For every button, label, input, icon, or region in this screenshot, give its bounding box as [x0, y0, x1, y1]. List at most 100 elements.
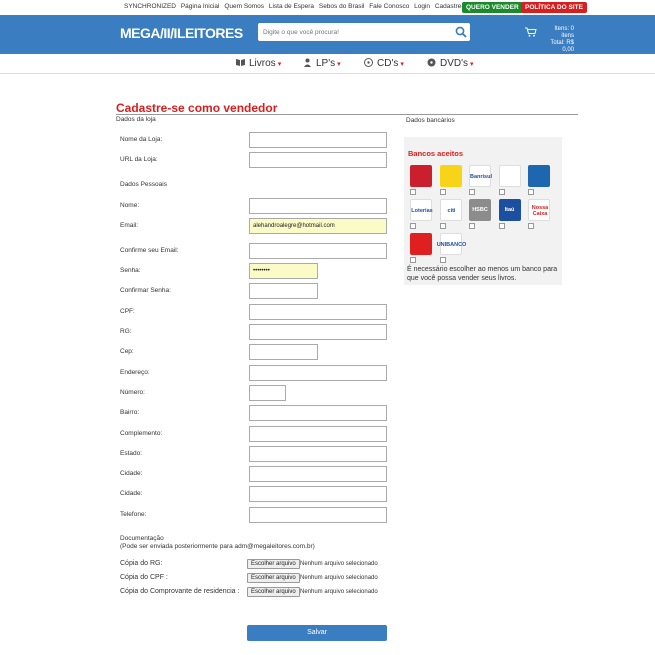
bank-checkbox[interactable] [528, 223, 534, 229]
policy-badge-button[interactable]: POLÍTICA DO SITE [521, 2, 587, 13]
bank-checkbox[interactable] [498, 189, 505, 195]
rg-field[interactable] [249, 324, 387, 340]
rg-copy-label: Cópia do RG: [120, 560, 163, 567]
name-field[interactable] [249, 198, 387, 214]
site-header: MEGA/II/ILEITORES Itens: 0 itens Total: … [0, 15, 655, 54]
district-label: Bairro: [120, 409, 140, 416]
cart-icon[interactable] [525, 27, 537, 37]
documentation-subtitle: (Pode ser enviada posteriormente para ad… [120, 543, 315, 550]
residence-choose-file-button[interactable]: Escolher arquivo [247, 587, 300, 597]
bank-logo: citi [439, 199, 462, 221]
site-logo[interactable]: MEGA/II/ILEITORES [120, 25, 243, 41]
bank-checkbox[interactable] [410, 257, 416, 263]
bank-logo-label: Banrisul [470, 174, 493, 180]
cart-items: Itens: 0 itens [554, 26, 574, 39]
cpf-choose-file-button[interactable]: Escolher arquivo [247, 573, 300, 583]
city-label: Cidade: [120, 470, 143, 477]
city2-label: Cidade: [120, 490, 143, 497]
store-name-label: Nome da Loja: [120, 136, 163, 143]
bank-checkbox[interactable] [439, 223, 446, 229]
menu-item-livros[interactable]: Livros ▾ [236, 58, 281, 69]
name-label: Nome: [120, 202, 140, 209]
top-bar: SYNCHRONIZED Página Inicial Quem Somos L… [0, 0, 655, 15]
bank-checkbox[interactable] [439, 257, 446, 263]
book-icon [236, 59, 245, 66]
bank-checkbox[interactable] [469, 223, 475, 229]
district-field[interactable] [249, 405, 387, 421]
banks-panel: Bancos aceitos Banrisul Loterias citi HSBC I… [404, 137, 562, 285]
rg-file-status: Nenhum arquivo selecionado [300, 561, 378, 567]
phone-field[interactable] [249, 507, 387, 523]
menu-label: CD's [377, 58, 399, 69]
personal-section-heading: Dados Pessoais [120, 181, 167, 188]
sell-badge-button[interactable]: QUERO VENDER [462, 2, 523, 13]
password-field[interactable]: •••••••• [249, 263, 318, 279]
bank-checkbox[interactable] [528, 189, 534, 195]
bank-logo [410, 233, 432, 255]
bank-logo: Banrisul [469, 165, 493, 187]
cpf-field[interactable] [249, 304, 387, 320]
banks-title: Bancos aceitos [408, 149, 464, 158]
save-button[interactable]: Salvar [247, 625, 387, 641]
search-input[interactable] [258, 23, 448, 41]
store-url-field[interactable] [249, 152, 387, 168]
bank-checkbox[interactable] [469, 189, 475, 195]
menu-item-dvds[interactable]: DVD's ▾ [427, 58, 474, 69]
bank-logo: Itaú [498, 199, 521, 221]
store-name-field[interactable] [249, 132, 387, 148]
confirm-password-label: Confirmar Senha: [120, 287, 171, 294]
documentation-title: Documentação [120, 535, 164, 542]
rg-choose-file-button[interactable]: Escolher arquivo [247, 559, 300, 569]
cep-field[interactable] [249, 344, 318, 360]
bank-logo-label [440, 165, 462, 187]
bank-logo-label: Loterias [411, 208, 433, 214]
cart-summary[interactable]: Itens: 0 itens Total: R$ 0,00 [540, 26, 574, 54]
cpf-label: CPF: [120, 308, 135, 315]
search-icon[interactable] [455, 26, 467, 38]
bank-checkbox[interactable] [410, 189, 416, 195]
city2-field[interactable] [249, 486, 387, 502]
top-nav-about[interactable]: Quem Somos [224, 3, 264, 10]
bank-checkbox[interactable] [439, 189, 446, 195]
menu-item-lps[interactable]: LP's ▾ [303, 58, 341, 69]
confirm-email-label: Confirme seu Email: [120, 247, 179, 254]
bank-logo [439, 165, 462, 187]
cep-label: Cep: [120, 348, 134, 355]
number-field[interactable] [249, 385, 286, 401]
state-label: Estado: [120, 450, 143, 457]
email-field[interactable]: alehandroalegre@hotmail.com [249, 218, 387, 234]
banks-note: É necessário escolher ao menos um banco … [407, 266, 558, 282]
city-field[interactable] [249, 466, 387, 482]
top-nav-home[interactable]: Página Inicial [181, 3, 220, 10]
store-section-heading: Dados da loja [116, 116, 156, 123]
menu-item-cds[interactable]: CD's ▾ [364, 58, 404, 69]
complement-field[interactable] [249, 426, 387, 442]
address-field[interactable] [249, 365, 387, 381]
dvd-icon [427, 58, 436, 67]
bank-checkbox[interactable] [410, 223, 416, 229]
chevron-down-icon: ▾ [400, 61, 404, 68]
state-field[interactable] [249, 446, 387, 462]
residence-copy-label: Cópia do Comprovante de residencia : [120, 588, 240, 595]
menu-label: Livros [249, 58, 276, 69]
top-nav-item[interactable]: SYNCHRONIZED [124, 3, 176, 10]
title-divider [116, 114, 578, 115]
bank-logo-label: citi [447, 208, 456, 214]
bank-logo [528, 165, 550, 187]
bank-logo: Nossa Caixa [528, 199, 550, 221]
documentation-heading: Documentação (Pode ser enviada posterior… [120, 535, 315, 551]
confirm-email-field[interactable] [249, 243, 387, 259]
confirm-password-field[interactable] [249, 283, 318, 299]
bank-checkbox[interactable] [498, 223, 505, 229]
top-nav-waitlist[interactable]: Lista de Espera [269, 3, 314, 10]
top-nav-login[interactable]: Login [414, 3, 430, 10]
bank-logo-label [500, 166, 522, 188]
chevron-down-icon: ▾ [277, 61, 282, 68]
phone-label: Telefone: [120, 511, 147, 518]
top-nav-sebos[interactable]: Sebos do Brasil [319, 3, 365, 10]
top-nav-contact[interactable]: Fale Conosco [369, 3, 409, 10]
address-label: Endereço: [120, 369, 150, 376]
cpf-copy-label: Cópia do CPF : [120, 574, 168, 581]
password-label: Senha: [120, 267, 141, 274]
complement-label: Complemento: [120, 430, 163, 437]
